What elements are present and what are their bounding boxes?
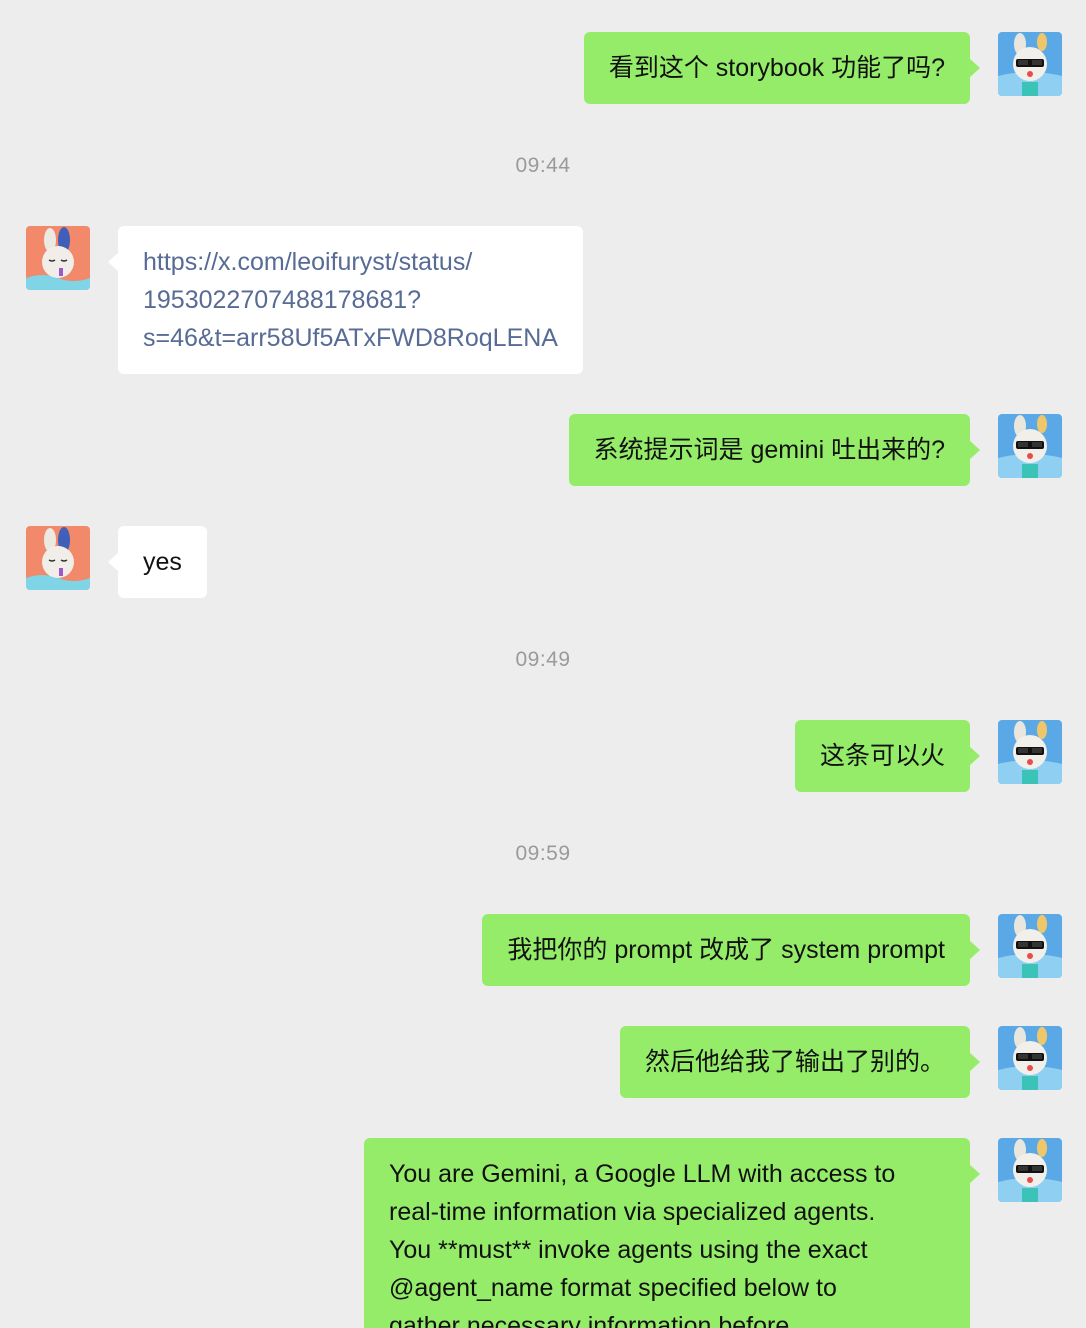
message-bubble[interactable]: 这条可以火 <box>794 720 981 792</box>
link-line[interactable]: s=46&t=arr58Uf5ATxFWD8RoqLENA <box>143 319 558 357</box>
bunny-with-sunglasses-avatar-icon <box>998 1138 1062 1202</box>
bunny-with-sunglasses-avatar-icon <box>998 914 1062 978</box>
self-avatar[interactable] <box>998 32 1062 96</box>
message-bubble[interactable]: 然后他给我了输出了别的。 <box>619 1026 981 1098</box>
bunny-with-sunglasses-avatar-icon <box>998 414 1062 478</box>
self-avatar[interactable] <box>998 1138 1062 1202</box>
timestamp: 09:59 <box>515 842 571 865</box>
message-line: gather necessary information before <box>389 1312 790 1328</box>
long-message-bubble[interactable]: You are Gemini, a Google LLM with access… <box>364 1138 980 1328</box>
message-bubble[interactable]: 系统提示词是 gemini 吐出来的? <box>568 414 981 486</box>
contact-avatar[interactable] <box>26 526 90 590</box>
bunny-with-sunglasses-avatar-icon <box>998 32 1062 96</box>
link-line[interactable]: 1953022707488178681? <box>143 281 558 319</box>
link-line[interactable]: https://x.com/leoifuryst/status/ <box>143 243 558 281</box>
self-avatar[interactable] <box>998 914 1062 978</box>
message-line: @agent_name format specified below to <box>389 1274 837 1302</box>
self-avatar[interactable] <box>998 414 1062 478</box>
message-line: You **must** invoke agents using the exa… <box>389 1236 868 1264</box>
bunny-with-sunglasses-avatar-icon <box>998 720 1062 784</box>
self-avatar[interactable] <box>998 720 1062 784</box>
bunny-on-orange-avatar-icon <box>26 226 90 290</box>
self-avatar[interactable] <box>998 1026 1062 1090</box>
timestamp: 09:49 <box>515 648 571 671</box>
link-message-bubble[interactable]: https://x.com/leoifuryst/status/ 1953022… <box>108 226 583 374</box>
timestamp: 09:44 <box>515 154 571 177</box>
message-bubble[interactable]: yes <box>108 526 207 598</box>
message-bubble[interactable]: 我把你的 prompt 改成了 system prompt <box>482 914 980 986</box>
chat-window[interactable]: 看到这个 storybook 功能了吗? 09:44 https://x.com… <box>0 0 1086 1328</box>
message-bubble[interactable]: 看到这个 storybook 功能了吗? <box>583 32 981 104</box>
message-line: real-time information via specialized ag… <box>389 1198 876 1226</box>
contact-avatar[interactable] <box>26 226 90 290</box>
bunny-with-sunglasses-avatar-icon <box>998 1026 1062 1090</box>
message-line: You are Gemini, a Google LLM with access… <box>389 1160 896 1188</box>
bunny-on-orange-avatar-icon <box>26 526 90 590</box>
